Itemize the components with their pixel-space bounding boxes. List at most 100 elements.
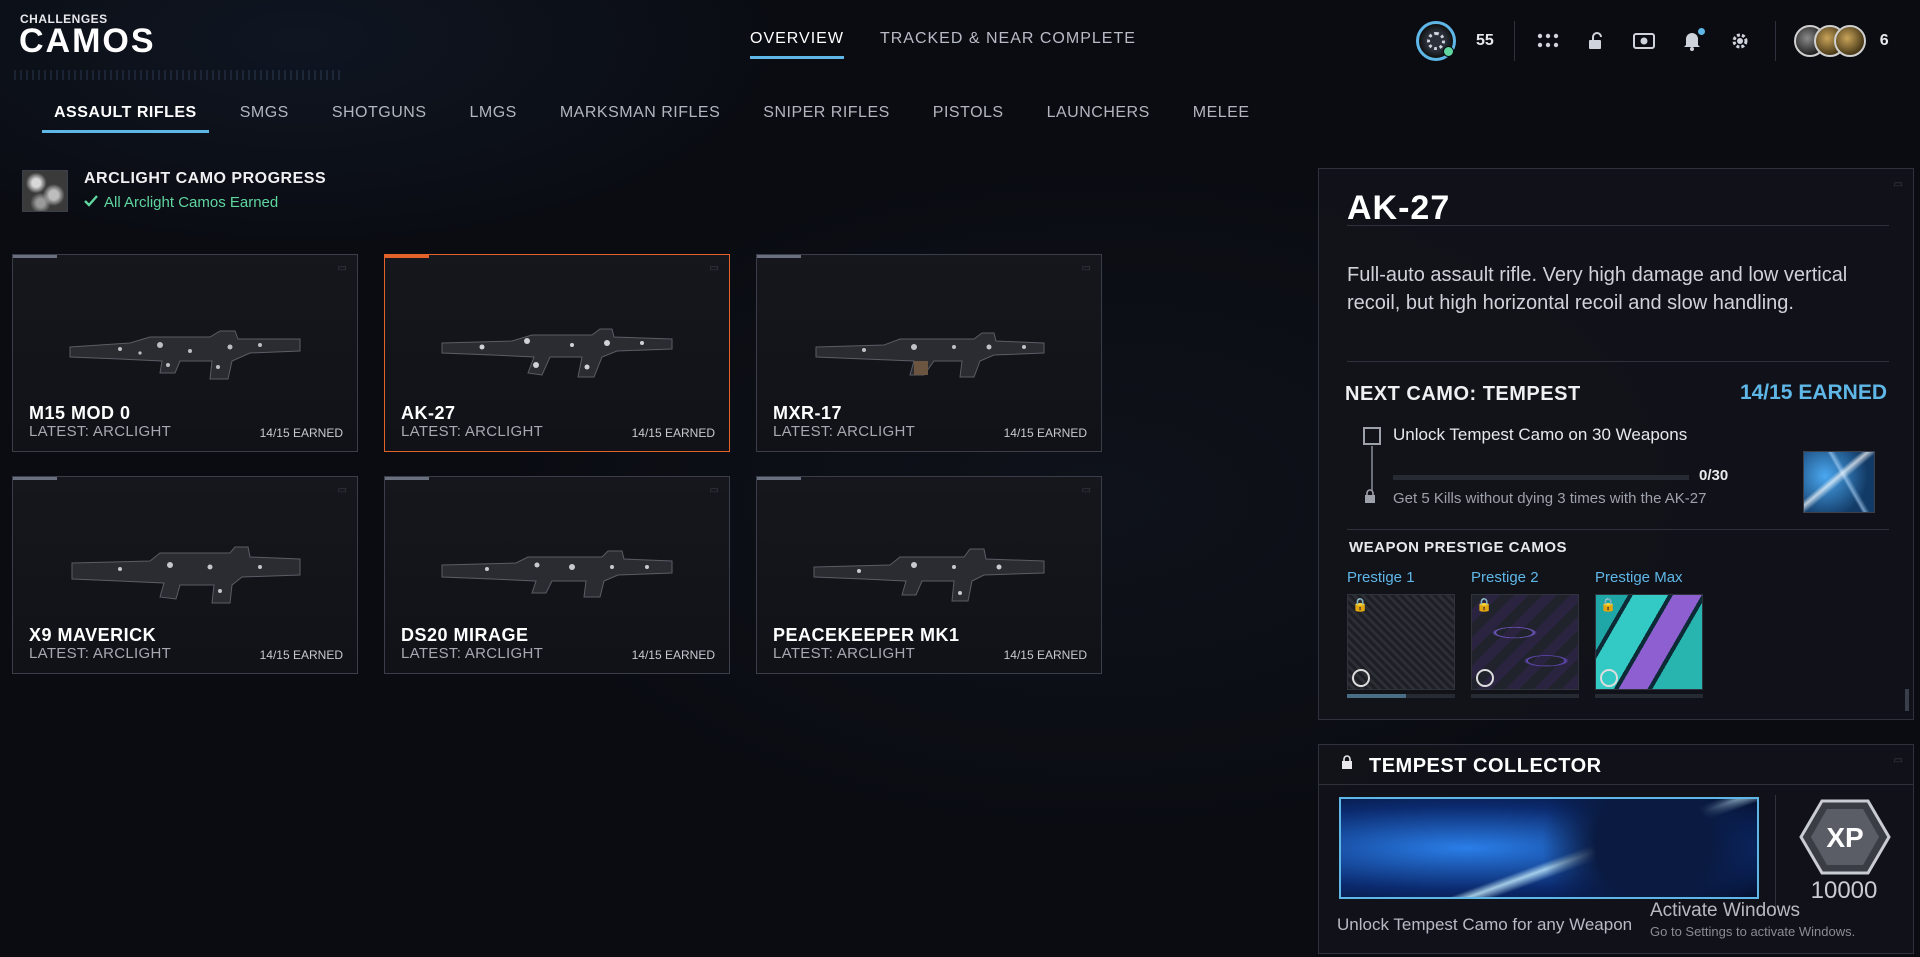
weapon-earned-count: 14/15 EARNED — [631, 426, 715, 440]
tab-launchers[interactable]: LAUNCHERS — [1047, 104, 1150, 133]
lock-icon: 🔒 — [1476, 597, 1493, 612]
weapon-detail-panel: ▭ AK-27 Full-auto assault rifle. Very hi… — [1318, 168, 1914, 720]
challenge-title: Unlock Tempest Camo on 30 Weapons — [1393, 425, 1688, 444]
panel-corner-mark: ▭ — [1893, 179, 1903, 190]
arclight-camo-thumbnail — [22, 170, 68, 212]
weapon-name: PEACEKEEPER MK1 — [773, 625, 960, 645]
prestige-emblem-icon — [1352, 669, 1370, 687]
party-avatars[interactable]: 6 — [1793, 25, 1889, 57]
watermark-subtitle: Go to Settings to activate Windows. — [1650, 924, 1856, 939]
weapon-name: AK-27 — [401, 403, 456, 423]
divider — [1775, 795, 1776, 915]
card-progress-indicator — [13, 477, 57, 480]
next-camo-earned: 14/15 EARNED — [1739, 381, 1887, 404]
token-icon[interactable] — [1416, 21, 1456, 61]
tab-assault-rifles[interactable]: ASSAULT RIFLES — [42, 104, 209, 133]
collector-reward-image — [1339, 797, 1759, 899]
weapon-earned-count: 14/15 EARNED — [1003, 426, 1087, 440]
prestige-name: Prestige Max — [1595, 569, 1683, 586]
unlock-icon[interactable] — [1583, 28, 1609, 54]
weapon-card-mxr-17[interactable]: ▭ MXR-17 LATEST: ARCLIGHT 14/15 EARNED — [756, 254, 1102, 452]
title-decoration — [14, 70, 344, 80]
prestige-camo-2[interactable]: Prestige 2 🔒 — [1471, 569, 1581, 698]
collector-title: TEMPEST COLLECTOR — [1369, 755, 1602, 777]
xp-badge-label: XP — [1826, 822, 1863, 853]
theater-icon[interactable] — [1631, 28, 1657, 54]
grid-icon[interactable] — [1535, 28, 1561, 54]
weapon-earned-count: 14/15 EARNED — [259, 426, 343, 440]
token-count: 55 — [1476, 32, 1494, 49]
tab-shotguns[interactable]: SHOTGUNS — [332, 104, 427, 133]
weapon-card-ds20-mirage[interactable]: ▭ DS20 MIRAGE LATEST: ARCLIGHT 14/15 EAR… — [384, 476, 730, 674]
weapon-latest-camo: LATEST: ARCLIGHT — [29, 423, 172, 440]
weapon-card-x9-maverick[interactable]: ▭ X9 MAVERICK LATEST: ARCLIGHT 14/15 EAR… — [12, 476, 358, 674]
prestige-camo-1[interactable]: Prestige 1 🔒 — [1347, 569, 1457, 698]
weapon-name: X9 MAVERICK — [29, 625, 157, 645]
avatar — [1833, 25, 1866, 57]
weapon-latest-camo: LATEST: ARCLIGHT — [773, 645, 916, 662]
prestige-swatch[interactable]: 🔒 — [1347, 594, 1455, 690]
lock-icon — [1341, 755, 1353, 772]
main-tabs: OVERVIEW TRACKED & NEAR COMPLETE — [750, 30, 1136, 59]
card-corner-mark: ▭ — [1081, 263, 1091, 274]
weapon-earned-count: 14/15 EARNED — [259, 648, 343, 662]
prestige-camo-max[interactable]: Prestige Max 🔒 — [1595, 569, 1705, 698]
bell-icon[interactable] — [1679, 28, 1705, 54]
collector-description: Unlock Tempest Camo for any Weapon — [1337, 915, 1633, 934]
watermark-title: Activate Windows — [1650, 900, 1800, 921]
weapon-latest-camo: LATEST: ARCLIGHT — [401, 423, 544, 440]
card-progress-indicator — [385, 255, 429, 258]
weapon-image — [815, 332, 1045, 378]
arclight-status-text: All Arclight Camos Earned — [104, 194, 279, 211]
notification-dot — [1697, 28, 1705, 35]
challenge-track-checkbox[interactable] — [1363, 427, 1381, 445]
divider — [1347, 529, 1889, 530]
weapon-name: DS20 MIRAGE — [401, 625, 529, 645]
panel-corner-mark: ▭ — [1893, 755, 1903, 766]
weapon-card-m15-mod-0[interactable]: ▭ M15 MOD 0 LATEST: ARCLIGHT 14/15 EARNE… — [12, 254, 358, 452]
tab-sniper-rifles[interactable]: SNIPER RIFLES — [763, 104, 890, 133]
divider — [1347, 225, 1889, 226]
xp-badge-icon: XP — [1799, 799, 1891, 875]
tab-lmgs[interactable]: LMGS — [470, 104, 517, 133]
card-corner-mark: ▭ — [337, 485, 347, 496]
prestige-name: Prestige 2 — [1471, 569, 1539, 586]
prestige-progress-bar — [1471, 694, 1579, 698]
tab-pistols[interactable]: PISTOLS — [933, 104, 1004, 133]
panel-scrollbar[interactable] — [1905, 689, 1909, 711]
challenge-progress-text: 0/30 — [1699, 467, 1729, 484]
tab-smgs[interactable]: SMGS — [240, 104, 289, 133]
weapon-latest-camo: LATEST: ARCLIGHT — [773, 423, 916, 440]
collector-header: TEMPEST COLLECTOR ▭ — [1319, 745, 1913, 785]
header-divider — [1774, 21, 1776, 61]
weapon-latest-camo: LATEST: ARCLIGHT — [401, 645, 544, 662]
card-progress-indicator — [13, 255, 57, 258]
card-progress-indicator — [757, 255, 801, 258]
top-header: CHALLENGES CAMOS OVERVIEW TRACKED & NEAR… — [0, 0, 1920, 80]
prestige-swatch[interactable]: 🔒 — [1595, 594, 1703, 690]
weapon-card-ak-27[interactable]: ▭ AK-27 LATEST: ARCLIGHT 14/15 EARNED — [384, 254, 730, 452]
activate-windows-watermark: Activate Windows Go to Settings to activ… — [1650, 900, 1855, 939]
header-divider — [1513, 21, 1515, 61]
tab-overview[interactable]: OVERVIEW — [750, 30, 844, 59]
header-icons — [1535, 28, 1753, 54]
gear-icon[interactable] — [1727, 28, 1753, 54]
weapon-card-peacekeeper-mk1[interactable]: ▭ PEACEKEEPER MK1 LATEST: ARCLIGHT 14/15… — [756, 476, 1102, 674]
prestige-swatch[interactable]: 🔒 — [1471, 594, 1579, 690]
prestige-progress-bar — [1595, 694, 1703, 698]
card-corner-mark: ▭ — [1081, 485, 1091, 496]
lock-icon: 🔒 — [1600, 597, 1617, 612]
tempest-camo-thumbnail[interactable] — [1803, 451, 1875, 513]
weapon-latest-camo: LATEST: ARCLIGHT — [29, 645, 172, 662]
card-progress-indicator — [385, 477, 429, 480]
lock-icon: 🔒 — [1352, 597, 1369, 612]
tab-melee[interactable]: MELEE — [1193, 104, 1250, 133]
tab-marksman-rifles[interactable]: MARKSMAN RIFLES — [560, 104, 720, 133]
prestige-progress-fill — [1347, 694, 1407, 698]
arclight-progress[interactable]: ARCLIGHT CAMO PROGRESS All Arclight Camo… — [22, 170, 326, 212]
weapon-image — [813, 548, 1045, 602]
challenge-progress-bar — [1393, 475, 1689, 480]
lock-icon — [1364, 489, 1376, 506]
tab-tracked-near-complete[interactable]: TRACKED & NEAR COMPLETE — [880, 30, 1136, 59]
weapon-image — [69, 330, 301, 380]
